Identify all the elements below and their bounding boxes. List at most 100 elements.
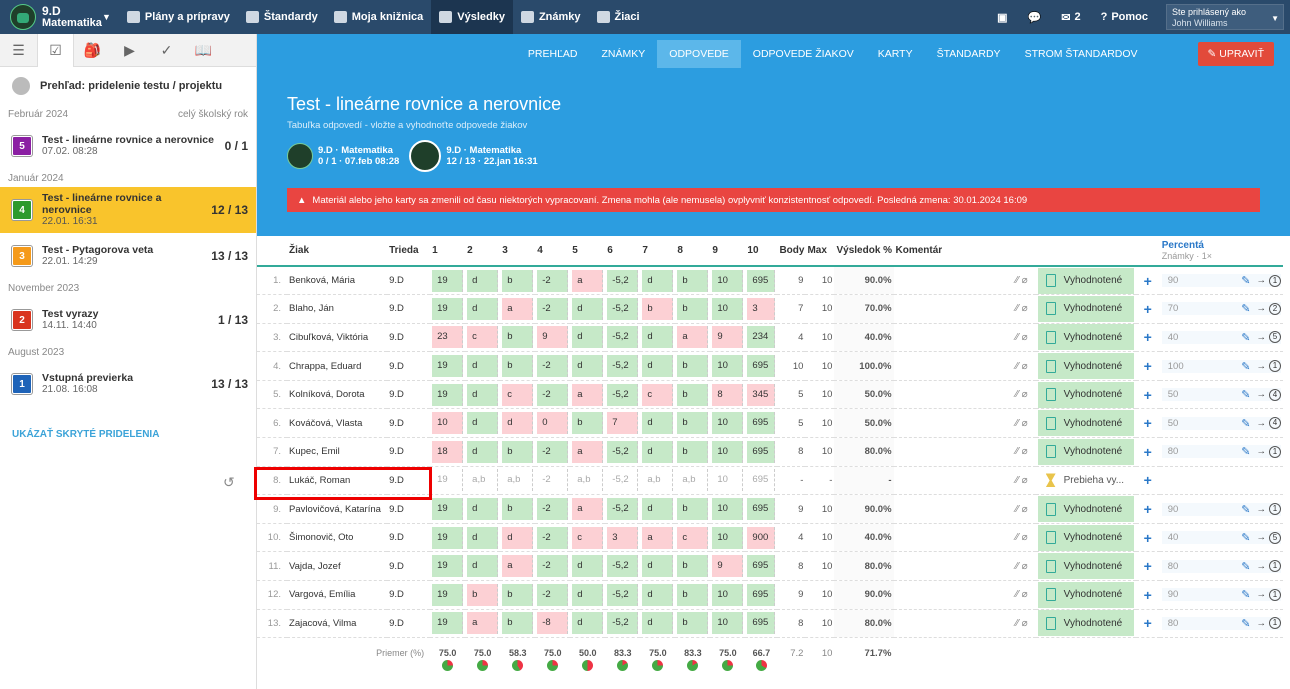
answer-value[interactable]: 19 [432, 555, 464, 578]
answer-value[interactable]: a [572, 269, 604, 292]
answer-value[interactable]: d [642, 326, 674, 349]
nav-item-library[interactable]: Moja knižnica [326, 0, 432, 34]
messages-button[interactable]: ✉ 2 [1051, 11, 1090, 24]
grade-value[interactable]: 1 [1269, 445, 1281, 458]
answer-value[interactable]: b [502, 355, 534, 378]
answer-value[interactable]: b [502, 269, 534, 292]
nav-item-grade[interactable]: Známky [513, 0, 589, 34]
answer-value[interactable]: a,b [677, 469, 709, 492]
class-selector[interactable]: 9.D Matematika [42, 5, 102, 29]
nav-item-students[interactable]: Žiaci [589, 0, 648, 34]
answer-value[interactable]: 10 [712, 355, 744, 378]
student-name[interactable]: Blaho, Ján [287, 294, 388, 324]
answer-value[interactable]: a [502, 297, 534, 320]
student-name[interactable]: Pavlovičová, Katarína [287, 494, 388, 524]
pencil-icon[interactable]: ✎ [1241, 274, 1250, 287]
answer-value[interactable]: a,b [642, 469, 674, 492]
answer-value[interactable]: 19 [432, 612, 464, 635]
attach-icon[interactable]: ⌀ [1022, 418, 1028, 429]
answer-value[interactable]: d [572, 355, 604, 378]
student-name[interactable]: Kováčová, Vlasta [287, 408, 388, 439]
pencil-icon[interactable]: ✎ [1241, 388, 1250, 401]
grade-value[interactable]: 4 [1269, 417, 1281, 430]
answer-value[interactable]: c [467, 326, 499, 349]
grade-value[interactable]: 1 [1269, 588, 1281, 601]
answer-value[interactable]: d [642, 498, 674, 521]
attach-icon[interactable]: ⌀ [1022, 389, 1028, 400]
tab-karty[interactable]: KARTY [866, 40, 925, 68]
class-avatar[interactable] [10, 4, 36, 30]
answer-value[interactable]: -5,2 [607, 555, 639, 578]
answer-value[interactable]: 7 [607, 412, 639, 435]
answer-value[interactable]: d [467, 355, 499, 378]
answer-value[interactable]: 19 [432, 498, 464, 521]
answer-value[interactable]: d [642, 555, 674, 578]
attach-icon[interactable]: ⌀ [1022, 303, 1028, 314]
status-evaluated[interactable]: Vyhodnotené [1037, 438, 1134, 465]
answer-value[interactable]: 695 [747, 583, 776, 606]
answer-value[interactable]: d [467, 269, 499, 292]
status-pending[interactable]: Prebieha vy... [1038, 473, 1134, 488]
grade-value[interactable]: 1 [1269, 274, 1281, 287]
answer-value[interactable]: -8 [537, 612, 569, 635]
year-filter[interactable]: celý školský rok [178, 109, 248, 120]
answer-value[interactable]: -5,2 [607, 440, 639, 463]
answer-value[interactable]: c [572, 526, 604, 549]
answer-value[interactable]: 234 [747, 326, 776, 349]
student-name[interactable]: Lukáč, Roman [287, 466, 388, 496]
add-button[interactable]: + [1135, 351, 1160, 381]
grade-value[interactable]: 1 [1269, 617, 1281, 630]
answer-value[interactable]: a,b [467, 469, 499, 492]
answer-value[interactable]: 10 [432, 412, 464, 435]
pencil-icon[interactable]: ✎ [1241, 445, 1250, 458]
add-button[interactable]: + [1135, 609, 1160, 639]
backpack-icon[interactable]: 🎒 [74, 34, 111, 67]
answer-value[interactable]: 695 [747, 469, 776, 492]
test-icon[interactable]: ☑ [37, 34, 74, 67]
add-button[interactable]: + [1135, 523, 1160, 553]
student-name[interactable]: Cibuľková, Viktória [287, 323, 388, 353]
answer-value[interactable]: b [677, 612, 709, 635]
answer-value[interactable]: 19 [432, 355, 464, 378]
attach-icon[interactable]: ⌀ [1022, 361, 1028, 372]
answer-value[interactable]: 19 [432, 383, 464, 406]
answer-value[interactable]: d [502, 526, 534, 549]
answer-value[interactable]: d [642, 583, 674, 606]
status-evaluated[interactable]: Vyhodnotené [1037, 381, 1134, 408]
pencil-icon[interactable]: ✎ [1241, 588, 1250, 601]
answer-value[interactable]: a [502, 555, 534, 578]
answer-value[interactable]: -5,2 [607, 383, 639, 406]
grade-value[interactable]: 1 [1269, 503, 1281, 516]
assignment-item[interactable]: 2 Test vyrazy 14.11. 14:40 1 / 13 [0, 297, 256, 343]
add-button[interactable]: + [1135, 380, 1160, 410]
attach-icon[interactable]: ⌀ [1022, 446, 1028, 457]
answer-value[interactable]: 695 [747, 555, 776, 578]
answer-value[interactable]: 19 [432, 469, 464, 492]
answer-value[interactable]: b [677, 440, 709, 463]
answer-value[interactable]: d [572, 583, 604, 606]
pencil-icon[interactable]: ✎ [1241, 560, 1250, 573]
help-button[interactable]: ? Pomoc [1091, 11, 1158, 23]
answer-value[interactable]: 3 [607, 526, 639, 549]
answer-value[interactable]: -5,2 [607, 583, 639, 606]
answer-value[interactable]: -5,2 [607, 469, 639, 492]
grade-value[interactable]: 5 [1269, 331, 1281, 344]
attach-icon[interactable]: ⌀ [1022, 532, 1028, 543]
answer-value[interactable]: d [572, 612, 604, 635]
status-evaluated[interactable]: Vyhodnotené [1037, 267, 1134, 294]
answer-value[interactable]: a [467, 612, 499, 635]
answer-value[interactable]: 9 [712, 326, 744, 349]
answer-value[interactable]: b [677, 583, 709, 606]
answer-value[interactable]: d [502, 412, 534, 435]
answer-value[interactable]: d [642, 440, 674, 463]
answer-value[interactable]: d [467, 383, 499, 406]
answer-value[interactable]: -2 [537, 440, 569, 463]
answer-value[interactable]: b [677, 555, 709, 578]
answer-value[interactable]: a,b [502, 469, 534, 492]
student-name[interactable]: Vajda, Jozef [287, 551, 388, 582]
answer-value[interactable]: d [467, 555, 499, 578]
answer-value[interactable]: 10 [712, 583, 744, 606]
attach-icon[interactable]: ⌀ [1022, 561, 1028, 572]
answer-value[interactable]: -2 [537, 583, 569, 606]
student-name[interactable]: Kupec, Emil [287, 437, 388, 467]
